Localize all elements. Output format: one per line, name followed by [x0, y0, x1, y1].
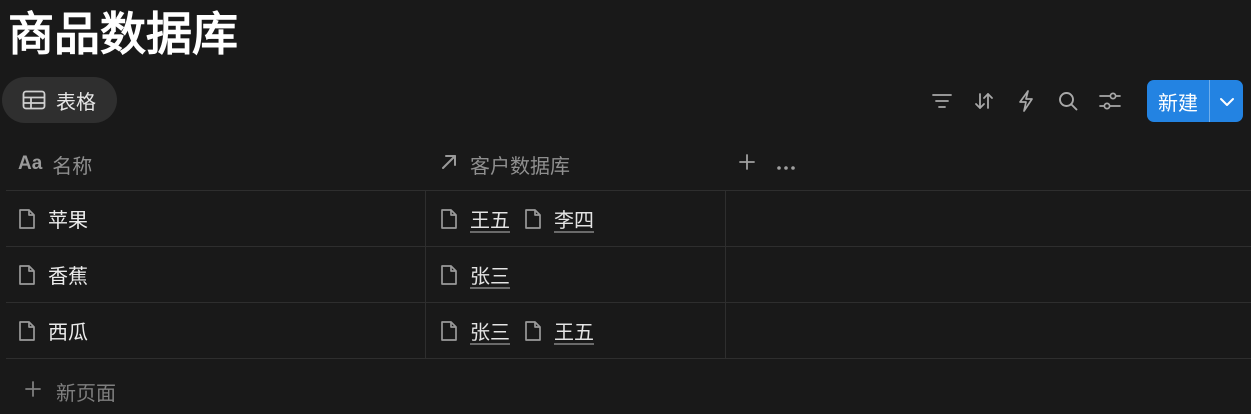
page-icon [440, 208, 458, 230]
table-row[interactable]: 西瓜 张三 王五 [6, 303, 1251, 359]
relation-label: 张三 [470, 320, 510, 344]
automation-button[interactable] [1005, 80, 1047, 122]
table-icon [22, 90, 46, 110]
name-cell[interactable]: 香蕉 [6, 247, 426, 302]
relation-arrow-icon [440, 152, 470, 176]
automation-icon [1018, 90, 1034, 112]
page-title[interactable]: 商品数据库 [8, 4, 238, 64]
plus-icon [738, 152, 756, 176]
new-dropdown-button[interactable] [1209, 80, 1243, 122]
search-button[interactable] [1047, 80, 1089, 122]
sort-icon [974, 91, 994, 111]
relation-label: 王五 [554, 320, 594, 344]
relation-item[interactable]: 李四 [524, 204, 594, 233]
page-icon [440, 264, 458, 286]
empty-cell [726, 247, 1251, 302]
relation-cell[interactable]: 张三 [426, 247, 726, 302]
relation-item[interactable]: 张三 [440, 260, 510, 289]
name-cell[interactable]: 苹果 [6, 191, 426, 246]
plus-icon [24, 379, 42, 403]
relation-label: 李四 [554, 208, 594, 232]
table-row[interactable]: 苹果 王五 李四 [6, 191, 1251, 247]
text-property-icon: Aa [18, 153, 43, 174]
column-header-label: 名称 [52, 153, 93, 178]
filter-button[interactable] [921, 80, 963, 122]
column-header-relation[interactable]: 客户数据库 [426, 138, 726, 190]
empty-cell [726, 191, 1251, 246]
view-tab-table[interactable]: 表格 [2, 77, 117, 123]
settings-button[interactable] [1089, 80, 1131, 122]
settings-icon [1099, 92, 1121, 110]
chevron-down-icon [1219, 92, 1235, 111]
page-icon [18, 320, 36, 342]
column-header-label: 客户数据库 [470, 153, 570, 178]
page-icon [440, 320, 458, 342]
relation-item[interactable]: 张三 [440, 316, 510, 345]
page-icon [18, 208, 36, 230]
search-icon [1058, 91, 1078, 111]
row-name: 苹果 [48, 208, 88, 232]
more-icon [776, 152, 796, 176]
column-header-name[interactable]: Aa 名称 [6, 138, 426, 190]
database-page: 商品数据库 表格 新建 Aa 名称 客户数据库 苹果 王五 李四 香蕉 张三 西… [0, 0, 1251, 414]
toolbar: 新建 [921, 80, 1243, 122]
page-icon [18, 264, 36, 286]
more-options-button[interactable] [776, 152, 796, 176]
add-property-button[interactable] [738, 152, 756, 176]
relation-cell[interactable]: 张三 王五 [426, 303, 726, 358]
relation-label: 王五 [470, 208, 510, 232]
row-name: 香蕉 [48, 264, 88, 288]
relation-item[interactable]: 王五 [440, 204, 510, 233]
empty-cell [726, 303, 1251, 358]
table-header-row: Aa 名称 客户数据库 [6, 138, 1251, 191]
filter-icon [932, 93, 952, 109]
row-name: 西瓜 [48, 320, 88, 344]
database-table: Aa 名称 客户数据库 苹果 王五 李四 香蕉 张三 西瓜 张三 王五 [6, 138, 1251, 359]
new-page-button[interactable]: 新页面 [24, 372, 116, 410]
table-row[interactable]: 香蕉 张三 [6, 247, 1251, 303]
new-page-label: 新页面 [56, 380, 116, 405]
relation-item[interactable]: 王五 [524, 316, 594, 345]
sort-button[interactable] [963, 80, 1005, 122]
page-icon [524, 320, 542, 342]
column-header-actions [726, 138, 1251, 190]
page-icon [524, 208, 542, 230]
new-button[interactable]: 新建 [1147, 80, 1209, 122]
view-tab-label: 表格 [56, 89, 96, 114]
relation-label: 张三 [470, 264, 510, 288]
relation-cell[interactable]: 王五 李四 [426, 191, 726, 246]
name-cell[interactable]: 西瓜 [6, 303, 426, 358]
new-button-group: 新建 [1147, 80, 1243, 122]
